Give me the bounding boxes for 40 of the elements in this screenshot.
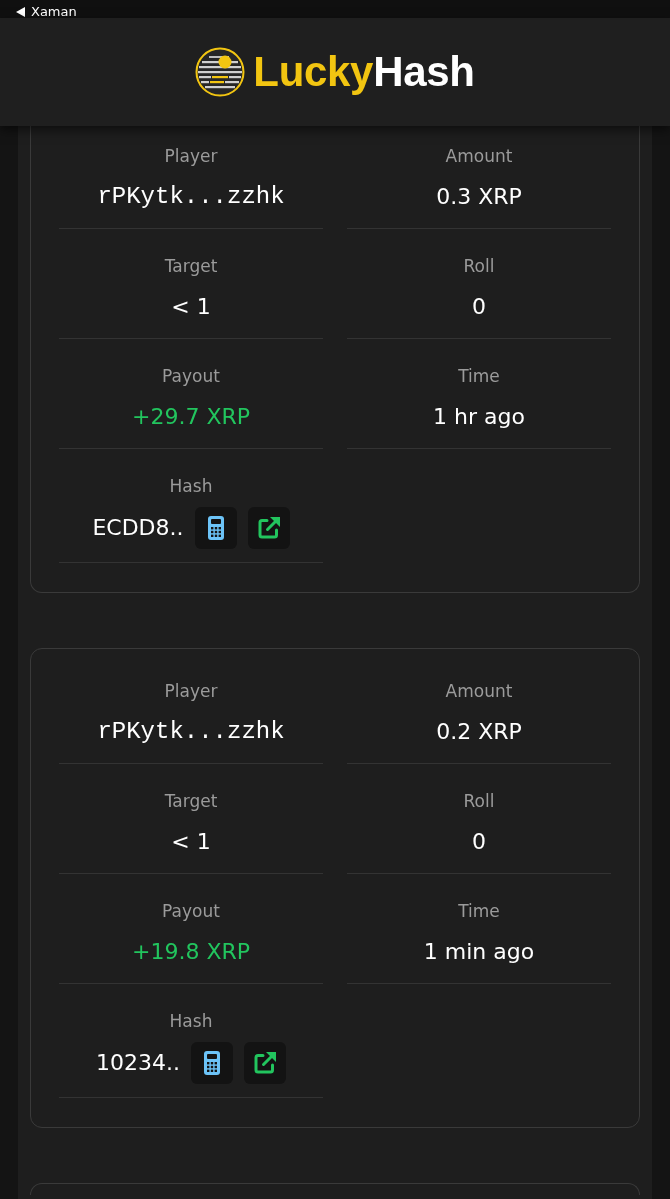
player-address: rPKytk...zzhk	[97, 182, 285, 212]
field-label: Player	[164, 680, 218, 703]
payout-value: +19.8 XRP	[131, 938, 250, 966]
field-label: Hash	[169, 475, 213, 498]
player-address: rPKytk...zzhk	[97, 717, 285, 747]
external-link-icon	[253, 1051, 277, 1075]
external-link-icon	[256, 516, 281, 540]
payout-value: +29.7 XRP	[131, 403, 250, 431]
field-label: Amount	[445, 680, 513, 703]
field-value: < 1	[171, 828, 211, 856]
field-value: 0	[472, 293, 486, 321]
field-label: Roll	[463, 255, 495, 278]
field-value: 0.3 XRP	[436, 183, 522, 211]
field-label: Roll	[463, 790, 495, 813]
external-link-button[interactable]	[247, 507, 290, 549]
field-label: Payout	[162, 365, 220, 388]
field-label: Time	[458, 900, 500, 923]
external-link-button[interactable]	[244, 1042, 286, 1084]
field-label: Player	[164, 145, 218, 168]
brand-name: LuckyHash	[253, 47, 475, 97]
back-link[interactable]: Xaman	[14, 3, 79, 21]
field-value: 0	[472, 828, 486, 856]
calculator-icon	[207, 516, 224, 540]
field-label: Target	[164, 790, 218, 813]
field-value: < 1	[171, 293, 211, 321]
field-label: Time	[458, 365, 500, 388]
field-value: 1 min ago	[423, 938, 535, 966]
calculator-icon	[204, 1051, 220, 1075]
back-icon	[16, 7, 25, 17]
calculator-button[interactable]	[194, 507, 237, 549]
field-label: Payout	[162, 900, 220, 923]
field-value: 1 hr ago	[433, 403, 525, 431]
field-label: Amount	[445, 145, 513, 168]
logo-icon	[195, 47, 246, 97]
field-label: Target	[164, 255, 218, 278]
calculator-button[interactable]	[191, 1042, 233, 1084]
hash-value: 10234..	[96, 1049, 180, 1077]
hash-value: ECDD8..	[92, 514, 184, 542]
field-value: 0.2 XRP	[436, 718, 522, 746]
field-label: Hash	[169, 1010, 213, 1033]
